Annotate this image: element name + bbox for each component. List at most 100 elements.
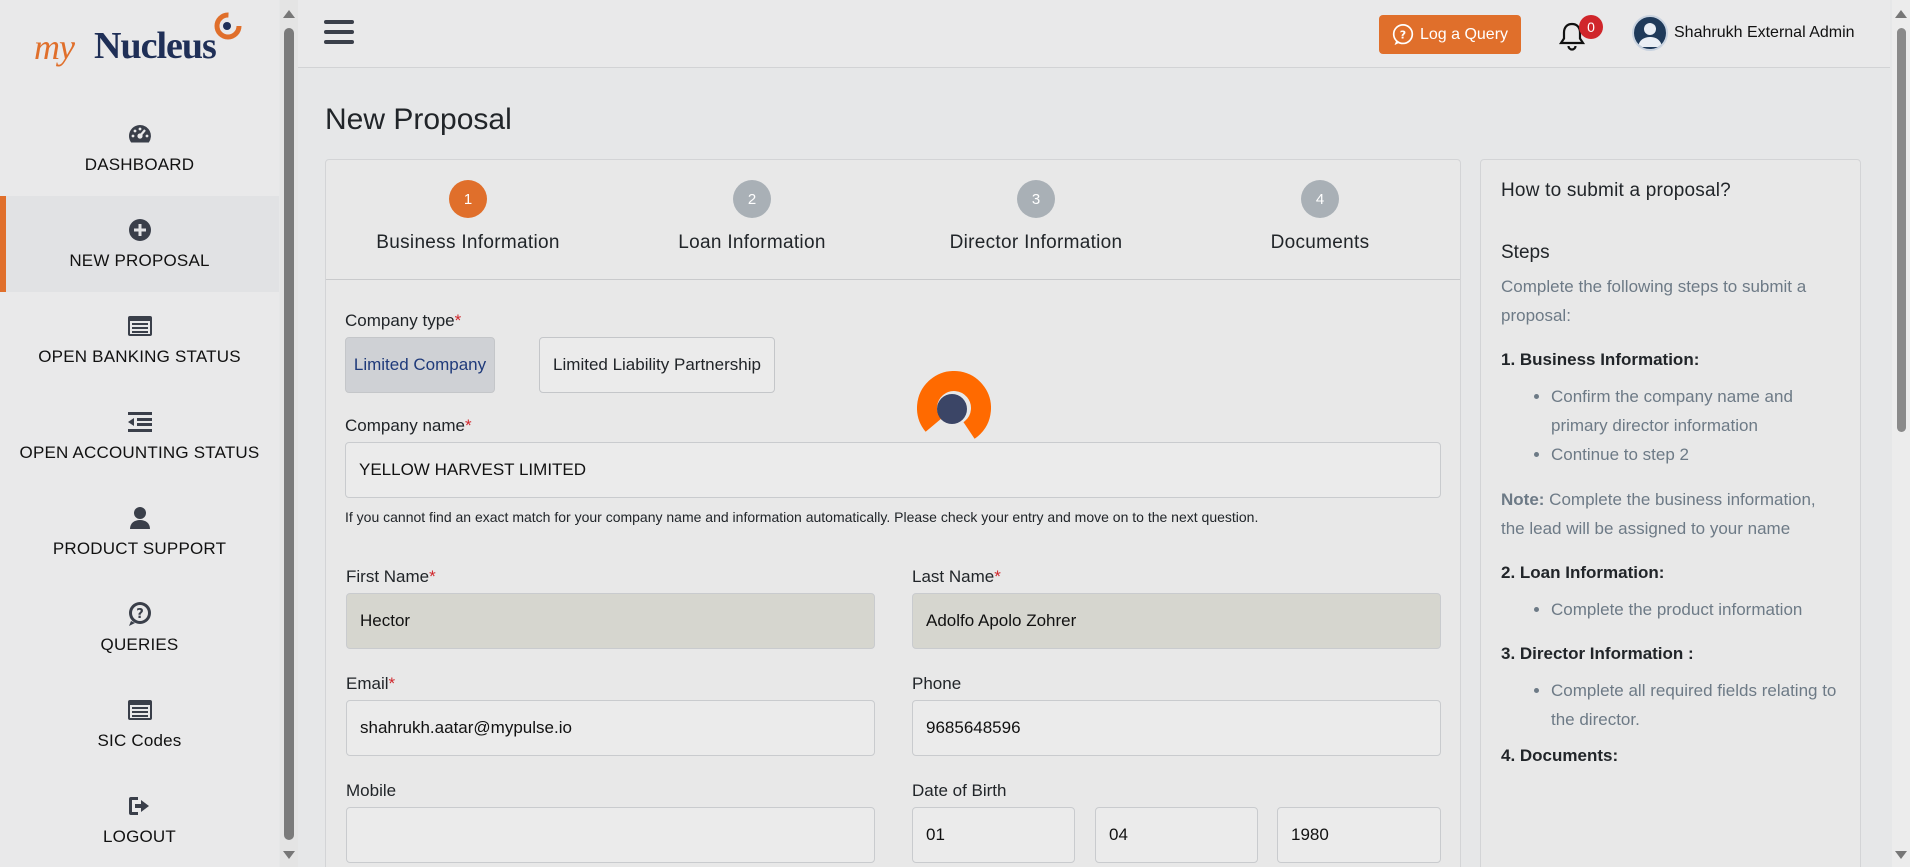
step-number: 1 [449,180,487,218]
company-name-input[interactable]: YELLOW HARVEST LIMITED [345,442,1441,498]
dob-year-field[interactable]: 1980 [1277,807,1441,863]
sidebar-item-label: DASHBOARD [84,155,195,174]
step3-list: Complete all required fields relating to… [1501,676,1840,734]
step-number: 3 [1017,180,1055,218]
step-label: Documents [1270,232,1370,253]
question-bubble-icon: ? [127,601,153,627]
step1-title: 1. Business Information: [1501,350,1700,369]
topbar: ? Log a Query 0 Shahrukh External Admin [298,0,1890,68]
list-indent-icon [127,409,153,435]
company-name-label: Company name* [345,416,472,435]
question-bubble-icon: ? [1392,23,1414,45]
scroll-down-arrow-icon[interactable] [283,851,295,859]
step1-list: Confirm the company name and primary dir… [1501,382,1840,469]
step-label: Business Information [376,232,560,253]
svg-text:?: ? [1400,28,1406,41]
sidebar-item-label: LOGOUT [103,827,176,846]
company-type-llp[interactable]: Limited Liability Partnership [539,337,775,393]
mobile-field[interactable] [346,807,875,863]
sidebar-item-label: NEW PROPOSAL [69,251,210,270]
step-number: 4 [1301,180,1339,218]
hamburger-menu-icon[interactable] [324,20,354,46]
phone-field[interactable]: 9685648596 [912,700,1441,756]
email-field[interactable]: shahrukh.aatar@mypulse.io [346,700,875,756]
page-scrollbar[interactable] [1892,0,1910,867]
step-director-information[interactable]: 3 Director Information [894,180,1178,254]
first-name-input[interactable]: Hector [346,593,875,649]
logout-icon [127,793,153,819]
step2-title: 2. Loan Information: [1501,563,1665,582]
step-label: Loan Information [678,232,826,253]
logo-mark-icon [214,12,242,40]
page-scrollbar-thumb[interactable] [1897,28,1906,432]
email-label: Email* [346,674,396,693]
step-documents[interactable]: 4 Documents [1178,180,1462,254]
sidebar-item-dashboard[interactable]: DASHBOARD [0,100,279,196]
scroll-up-arrow-icon[interactable] [1895,10,1907,18]
step4-title: 4. Documents: [1501,746,1619,765]
list-item: Complete the product information [1551,595,1840,624]
proposal-form-card: 1 Business Information 2 Loan Informatio… [325,159,1461,867]
step-label: Director Information [949,232,1123,253]
list-item: Complete all required fields relating to… [1551,676,1840,734]
scroll-up-arrow-icon[interactable] [283,10,295,18]
first-name-label: First Name* [346,567,436,586]
dob-month-field[interactable]: 04 [1095,807,1258,863]
phone-label: Phone [912,674,962,693]
plus-circle-icon [127,217,153,243]
step-business-information[interactable]: 1 Business Information [326,180,610,254]
stepper: 1 Business Information 2 Loan Informatio… [326,160,1460,280]
last-name-label: Last Name* [912,567,1001,586]
sidebar-scrollbar[interactable] [280,0,298,867]
log-query-button[interactable]: ? Log a Query [1379,15,1521,54]
svg-text:?: ? [136,607,144,622]
note-text: Note: Complete the business information,… [1501,490,1816,538]
sidebar-item-sic-codes[interactable]: SIC Codes [0,676,279,772]
avatar[interactable] [1632,15,1668,51]
log-query-label: Log a Query [1419,25,1509,43]
sidebar-item-open-banking-status[interactable]: OPEN BANKING STATUS [0,292,279,388]
dob-label: Date of Birth [912,781,1007,800]
page-title: New Proposal [325,103,512,136]
step3-title: 3. Director Information : [1501,644,1694,663]
note-label: Note: [1501,490,1545,509]
dashboard-icon [127,121,153,147]
sidebar-item-open-accounting-status[interactable]: OPEN ACCOUNTING STATUS [0,388,279,484]
sidebar-item-label: QUERIES [100,635,179,654]
step2-list: Complete the product information [1501,595,1840,624]
user-icon [127,505,153,531]
sidebar-item-queries[interactable]: ? QUERIES [0,580,279,676]
last-name-input[interactable]: Adolfo Apolo Zohrer [912,593,1441,649]
sidebar-item-label: OPEN BANKING STATUS [38,347,241,366]
how-to-title: How to submit a proposal? [1501,180,1731,201]
company-type-limited-company[interactable]: Limited Company [345,337,495,393]
notification-badge: 0 [1579,15,1603,39]
sidebar-item-logout[interactable]: LOGOUT [0,772,279,867]
company-name-help-text: If you cannot find an exact match for yo… [345,509,1259,525]
step-loan-information[interactable]: 2 Loan Information [610,180,894,254]
sidebar-item-product-support[interactable]: PRODUCT SUPPORT [0,484,279,580]
list-item: Continue to step 2 [1551,440,1840,469]
logo-my: my [34,27,75,67]
step-number: 2 [733,180,771,218]
sidebar-item-label: OPEN ACCOUNTING STATUS [19,443,260,462]
loading-spinner-icon [917,371,991,445]
company-type-label: Company type* [345,311,462,330]
logo-nucleus: Nucleus [94,25,217,67]
sidebar-item-label: PRODUCT SUPPORT [52,539,227,558]
mobile-label: Mobile [346,781,397,800]
sidebar-item-label: SIC Codes [97,731,182,750]
sidebar-nav: DASHBOARD NEW PROPOSAL OPEN BANKING STAT… [0,100,279,867]
sidebar: my Nucleus DASHBOARD NEW PROPOSAL OPEN B… [0,0,279,867]
steps-heading: Steps [1501,242,1550,263]
user-name[interactable]: Shahrukh External Admin [1674,24,1855,42]
mynucleus-logo[interactable]: my Nucleus [34,12,254,72]
banking-card-icon [127,313,153,339]
dob-day-field[interactable]: 01 [912,807,1075,863]
sidebar-item-new-proposal[interactable]: NEW PROPOSAL [0,196,279,292]
sidebar-scrollbar-thumb[interactable] [284,28,294,840]
steps-intro: Complete the following steps to submit a… [1501,277,1807,325]
banking-card-icon [127,697,153,723]
list-item: Confirm the company name and primary dir… [1551,382,1840,440]
scroll-down-arrow-icon[interactable] [1895,851,1907,859]
